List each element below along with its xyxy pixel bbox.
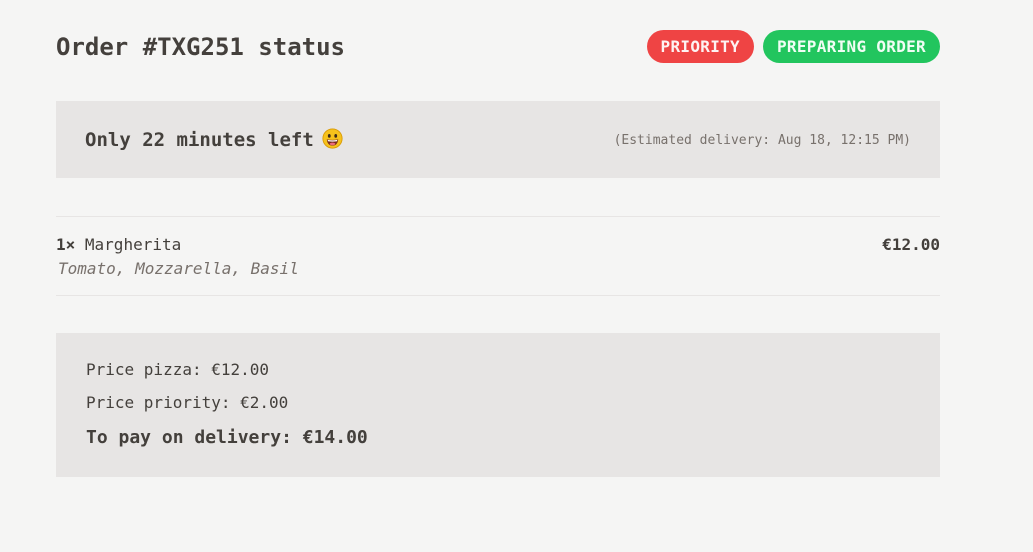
- list-item: 1× Margherita: [56, 234, 181, 256]
- time-left-label: Only 22 minutes left: [85, 129, 314, 151]
- delivery-countdown-panel: Only 22 minutes left (Estimated delivery…: [56, 101, 940, 178]
- order-status-badge: PREPARING ORDER: [763, 30, 940, 63]
- price-summary-panel: Price pizza: €12.00 Price priority: €2.0…: [56, 333, 940, 477]
- grinning-face-icon: [322, 128, 343, 149]
- estimated-delivery-text: (Estimated delivery: Aug 18, 12:15 PM): [613, 133, 911, 148]
- total-to-pay: To pay on delivery: €14.00: [86, 427, 368, 448]
- status-badges: PRIORITY PREPARING ORDER: [646, 30, 940, 63]
- time-left-text: Only 22 minutes left: [85, 128, 343, 152]
- price-pizza: Price pizza: €12.00: [86, 360, 270, 379]
- order-status-page: Order #TXG251 status PRIORITY PREPARING …: [0, 0, 1033, 552]
- page-title: Order #TXG251 status: [56, 33, 345, 61]
- item-ingredients: Tomato, Mozzarella, Basil: [58, 259, 299, 278]
- order-items-list: 1× Margherita €12.00 Tomato, Mozzarella,…: [56, 216, 940, 296]
- item-price: €12.00: [882, 235, 940, 254]
- price-priority: Price priority: €2.00: [86, 393, 289, 412]
- item-quantity: 1×: [56, 235, 76, 254]
- priority-badge: PRIORITY: [646, 30, 754, 63]
- order-header: Order #TXG251 status PRIORITY PREPARING …: [56, 30, 940, 64]
- item-name: Margherita: [84, 235, 182, 254]
